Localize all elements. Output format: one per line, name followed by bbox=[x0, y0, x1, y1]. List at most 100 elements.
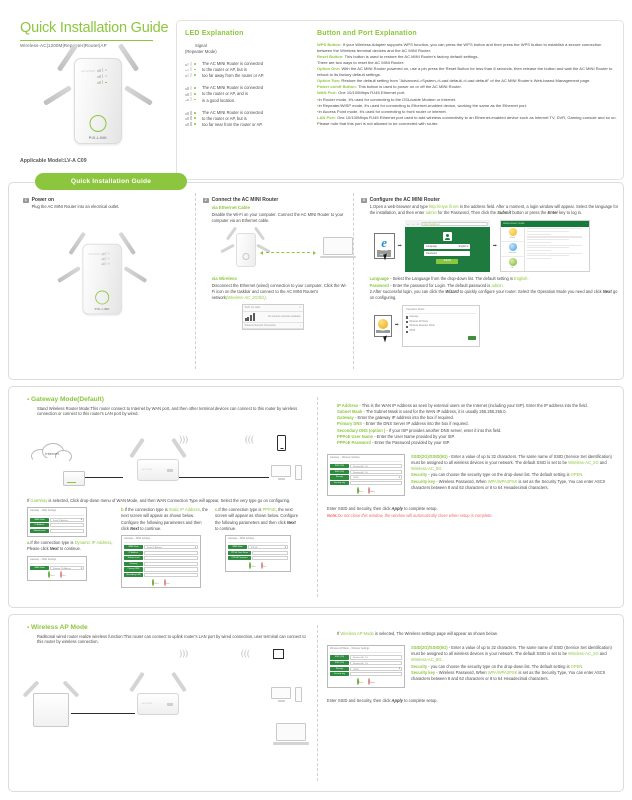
sub-heading-wireless: via Wireless bbox=[211, 275, 237, 281]
ui-input[interactable] bbox=[252, 550, 288, 555]
next-button[interactable]: Next bbox=[163, 578, 170, 586]
ui-row[interactable]: IP Address bbox=[30, 523, 84, 528]
wan-type-static: b.If the connection type is Static IP Ad… bbox=[121, 507, 209, 589]
ui-row[interactable]: IP Address bbox=[124, 550, 198, 555]
monitor-icon bbox=[271, 465, 291, 481]
forward-icon[interactable]: → bbox=[412, 222, 415, 227]
ui-row[interactable]: PPPoE Password bbox=[228, 556, 288, 561]
ui-row[interactable]: SSID (2G) Wireless-AC_2G bbox=[330, 655, 402, 660]
ui-select[interactable]: Dynamic IP Address bbox=[50, 565, 84, 571]
led-text-line: too far near from the router or AP. bbox=[202, 121, 263, 127]
apply-button[interactable]: Apply bbox=[368, 677, 375, 685]
ui-buttons: Back Next bbox=[124, 578, 198, 586]
ui-label: WAN Mode bbox=[30, 565, 49, 570]
operation-mode-option[interactable]: Wireless Repeater Mode bbox=[405, 325, 476, 329]
ui-input[interactable] bbox=[144, 567, 198, 572]
ui-row[interactable]: SSID (2G) Wireless-AC_2G bbox=[330, 464, 402, 469]
home-icon[interactable]: ⌂ bbox=[417, 222, 419, 227]
password-input[interactable]: Password bbox=[424, 251, 471, 257]
apply-button[interactable]: Apply bbox=[368, 486, 375, 494]
ui-input[interactable] bbox=[50, 528, 84, 533]
apply-a: Enter SSID and Security, then click bbox=[327, 697, 392, 703]
ui-input[interactable]: Wireless-AC_5G bbox=[350, 469, 402, 474]
ui-input[interactable]: Wireless-AC_2G bbox=[350, 655, 402, 660]
submit-button[interactable]: Submit bbox=[436, 259, 459, 264]
wifi-popup-row[interactable]: Wireless Network Connection › bbox=[242, 323, 303, 330]
ui-input[interactable] bbox=[350, 480, 402, 486]
ui-select[interactable]: Static IP Address bbox=[50, 517, 84, 523]
wan-type-dynamic: Gateway -- WAN Settings WAN Mode Static I… bbox=[27, 507, 115, 588]
ui-row[interactable]: Subnet mask bbox=[30, 528, 84, 533]
wifi-taskbar-popup[interactable]: Wi-Fi not valid × No wireless networks av… bbox=[241, 304, 304, 331]
ie-glyph-icon: e bbox=[381, 234, 387, 250]
admin-card[interactable]: Wizard bbox=[501, 227, 524, 242]
wan-field: PPPoE Password - Enter the Password prov… bbox=[337, 440, 617, 446]
option-label: Gateway bbox=[409, 315, 419, 318]
ui-input[interactable] bbox=[144, 572, 198, 578]
ui-row[interactable]: WAN Mode Static IP Address bbox=[124, 545, 198, 550]
back-icon[interactable]: ← bbox=[407, 222, 410, 227]
ui-input[interactable] bbox=[144, 556, 198, 561]
wifi-popup-row[interactable]: No wireless networks available bbox=[242, 312, 303, 323]
ui-row[interactable]: Security OPEN bbox=[330, 475, 402, 481]
cloud-label: Internet bbox=[45, 451, 59, 457]
wan-settings-screenshot-static: Gateway -- WAN Settings WAN Mode Static I… bbox=[121, 534, 201, 589]
ui-input[interactable] bbox=[144, 561, 198, 567]
ui-input[interactable]: Wireless-AC_5G bbox=[350, 660, 402, 666]
ui-head: Gateway -- WAN Settings bbox=[228, 538, 288, 544]
ui-input[interactable]: Wireless-AC_2G bbox=[350, 464, 402, 469]
ui-label: Security key bbox=[330, 672, 349, 677]
ui-row[interactable]: Secondary DNS bbox=[124, 572, 198, 578]
ui-row[interactable]: Security key bbox=[330, 672, 402, 677]
ui-input[interactable] bbox=[350, 672, 402, 677]
ui-label: IP Address bbox=[124, 550, 143, 555]
ui-row[interactable]: Gateway bbox=[124, 561, 198, 567]
admin-card[interactable]: AP bbox=[501, 257, 524, 272]
wifi-popup-row[interactable]: Wi-Fi not valid × bbox=[242, 305, 303, 312]
operation-mode-option[interactable]: Wireless AP Mode bbox=[405, 321, 476, 324]
admin-card[interactable]: Repeater bbox=[501, 242, 524, 257]
ui-row[interactable]: WAN Mode PPPoE bbox=[228, 545, 288, 550]
bp-text: If your Wireless Adapter supports WPS fu… bbox=[317, 41, 602, 53]
ui-row[interactable]: Primary DNS bbox=[124, 567, 198, 572]
sub-heading-ethernet: via Ethernet Cable bbox=[211, 205, 250, 211]
operation-mode-option[interactable]: WISP bbox=[405, 330, 476, 334]
step-body: 1.Open a web-browser and type http://myw… bbox=[370, 204, 619, 347]
ui-row[interactable]: SSID (5G) Wireless-AC_5G bbox=[330, 660, 402, 666]
router-led-column bbox=[101, 251, 114, 267]
ui-input[interactable] bbox=[144, 550, 198, 555]
next-button[interactable]: Next bbox=[59, 571, 66, 579]
ui-select[interactable]: Static IP Address bbox=[144, 545, 198, 550]
ui-select[interactable]: OPEN bbox=[350, 666, 402, 672]
address-bar[interactable]: http://mywifi.net bbox=[420, 221, 488, 227]
browser-tile-icon[interactable]: Web bbox=[373, 314, 392, 343]
field-text: - Wireless Password, When bbox=[435, 669, 488, 675]
back-button[interactable]: Back bbox=[48, 571, 55, 579]
radio-icon bbox=[405, 326, 408, 329]
ui-row[interactable]: Security key bbox=[330, 480, 402, 486]
next-button[interactable]: Next bbox=[260, 561, 267, 569]
wifi-bars-icon bbox=[244, 312, 256, 321]
operation-mode-option[interactable]: Gateway bbox=[405, 315, 476, 319]
back-button[interactable]: Back bbox=[357, 677, 363, 685]
ui-row[interactable]: PPPoE User Name bbox=[228, 550, 288, 555]
ui-row[interactable]: SSID (5G) Wireless-AC_5G bbox=[330, 469, 402, 474]
language-select[interactable]: Language English ▾ bbox=[424, 243, 471, 249]
ui-row[interactable]: WAN Mode Static IP Address bbox=[30, 517, 84, 523]
ui-input[interactable] bbox=[50, 523, 84, 528]
ui-select[interactable]: PPPoE bbox=[248, 545, 288, 550]
back-button[interactable]: Back bbox=[152, 578, 159, 586]
router-model-print: AC1200M bbox=[81, 70, 96, 73]
ui-buttons: Back Apply bbox=[330, 677, 402, 685]
next-button[interactable] bbox=[467, 335, 476, 341]
ui-row[interactable]: Security OPEN bbox=[330, 666, 402, 672]
internet-explorer-icon[interactable]: e Internet Explorer bbox=[373, 233, 395, 261]
ui-input[interactable] bbox=[252, 556, 288, 561]
ui-row[interactable]: Subnet mask bbox=[124, 556, 198, 561]
ui-select[interactable]: OPEN bbox=[350, 475, 402, 481]
ui-row[interactable]: WAN Mode Dynamic IP Address bbox=[30, 565, 84, 571]
back-button[interactable]: Back bbox=[357, 486, 363, 494]
back-button[interactable]: Back bbox=[249, 561, 256, 569]
dynamic-ip-note: a.If the connection type is Dynamic IP A… bbox=[27, 540, 115, 552]
led-group-text: The AC MINI Router is connected to the r… bbox=[202, 61, 264, 79]
